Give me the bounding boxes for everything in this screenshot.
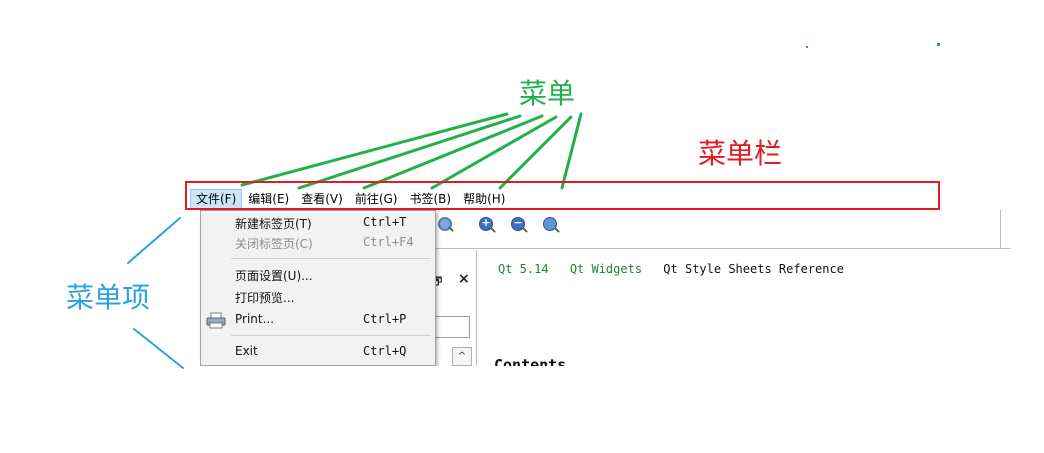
breadcrumb-link[interactable]: Qt Widgets	[570, 262, 642, 276]
menu-item-label: Print...	[235, 312, 275, 326]
menu-separator	[231, 335, 431, 336]
menu-item-label: 页面设置(U)...	[235, 269, 313, 283]
dock-splitter	[476, 250, 477, 366]
menu-connector-edit	[297, 114, 522, 190]
menu-connector-file	[240, 112, 509, 187]
home-icon[interactable]	[438, 217, 452, 231]
menu-item-connector-bottom	[133, 328, 184, 369]
window-edge	[1000, 210, 1001, 248]
menu-item-connector-top	[127, 217, 181, 264]
menu-item-print-preview[interactable]: 打印预览...	[201, 287, 435, 307]
menu-item-shortcut: Ctrl+Q	[363, 344, 407, 358]
zoom-in-icon[interactable]: +	[479, 216, 493, 231]
breadcrumb: Qt 5.14 Qt Widgets Qt Style Sheets Refer…	[498, 262, 844, 276]
menu-item-shortcut: Ctrl+T	[363, 215, 407, 229]
file-menu-dropdown: 新建标签页(T) Ctrl+T 关闭标签页(C) Ctrl+F4 页面设置(U)…	[200, 210, 436, 366]
menu-item-label: 关闭标签页(C)	[235, 237, 313, 251]
zoom-reset-icon[interactable]	[543, 217, 557, 231]
menubar-highlight-box	[185, 181, 940, 210]
speck	[806, 46, 808, 48]
menu-separator	[231, 258, 431, 259]
menu-item-new-tab[interactable]: 新建标签页(T) Ctrl+T	[201, 213, 435, 233]
menu-item-page-setup[interactable]: 页面设置(U)...	[201, 265, 435, 285]
toolbar-divider	[435, 248, 1010, 249]
menu-item-shortcut: Ctrl+P	[363, 312, 407, 326]
menu-item-exit[interactable]: Exit Ctrl+Q	[201, 342, 435, 362]
menu-item-label: 新建标签页(T)	[235, 217, 312, 231]
menu-item-label: Exit	[235, 344, 258, 358]
dock-search-input[interactable]	[430, 316, 470, 338]
zoom-out-icon[interactable]: −	[511, 216, 525, 231]
menu-item-shortcut: Ctrl+F4	[363, 235, 414, 249]
speck	[937, 43, 940, 46]
dock-close-icon[interactable]: ×	[458, 271, 470, 287]
menu-item-print[interactable]: Print... Ctrl+P	[201, 310, 435, 330]
breadcrumb-current: Qt Style Sheets Reference	[663, 262, 844, 276]
menu-item-close-tab[interactable]: 关闭标签页(C) Ctrl+F4	[201, 233, 435, 253]
scroll-up-button[interactable]: ^	[452, 347, 472, 366]
printer-icon	[206, 312, 226, 329]
contents-heading: Contents	[494, 356, 567, 366]
breadcrumb-link[interactable]: Qt 5.14	[498, 262, 549, 276]
menu-item-label: 打印预览...	[235, 291, 295, 305]
